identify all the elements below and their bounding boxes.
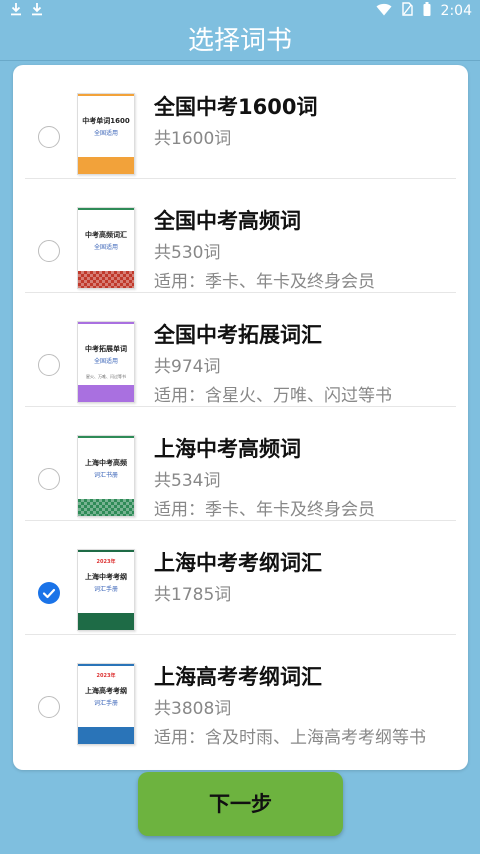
battery-icon — [423, 2, 431, 20]
header-divider — [0, 60, 480, 61]
book-applicability-note: 适用：季卡、年卡及终身会员 — [154, 272, 375, 292]
cover-subtitle: 词汇手册 — [93, 700, 118, 707]
book-row[interactable]: 中考单词1600 全国适用 全国中考1600词共1600词 — [13, 65, 468, 179]
cover-top-line — [78, 550, 134, 552]
book-applicability-note: 适用：季卡、年卡及终身会员 — [154, 500, 375, 520]
cover-band — [78, 727, 134, 744]
cover-year: 2023年 — [96, 673, 116, 679]
book-row[interactable]: 2023年 上海高考考纲 词汇手册 上海高考考纲词汇 共3808词 适用：含及时雨、上海高… — [13, 635, 468, 749]
book-word-count: 共530词 — [154, 243, 221, 263]
status-bar: 2:04 — [0, 0, 480, 22]
cover-top-line — [78, 322, 134, 324]
book-cover: 中考单词1600 全国适用 — [77, 93, 135, 175]
book-name: 上海中考考纲词汇 — [154, 551, 322, 575]
download-icon — [31, 2, 43, 20]
cover-band — [78, 385, 134, 402]
wifi-icon — [376, 3, 392, 20]
radio-unchecked[interactable] — [38, 468, 60, 490]
cover-band — [78, 157, 134, 174]
cover-top-line — [78, 664, 134, 666]
radio-checked[interactable] — [38, 582, 60, 604]
cover-band — [78, 499, 134, 516]
book-word-count: 共3808词 — [154, 699, 232, 719]
book-name: 上海中考高频词 — [154, 437, 301, 461]
cover-top-line — [78, 208, 134, 210]
radio-unchecked[interactable] — [38, 240, 60, 262]
no-sim-icon — [401, 2, 413, 20]
book-applicability-note: 适用：含星火、万唯、闪过等书 — [154, 386, 392, 406]
cover-year: 2023年 — [96, 559, 116, 565]
cover-top-line — [78, 94, 134, 96]
cover-note: 星火、万唯、闪过等书 — [86, 374, 126, 379]
book-name: 全国中考高频词 — [154, 209, 301, 233]
cover-title: 中考拓展单词 — [85, 345, 127, 353]
radio-unchecked[interactable] — [38, 126, 60, 148]
cover-title: 中考单词1600 — [82, 117, 130, 125]
page-title: 选择词书 — [187, 26, 292, 56]
book-cover: 中考拓展单词 全国适用星火、万唯、闪过等书 — [77, 321, 135, 403]
radio-unchecked[interactable] — [38, 354, 60, 376]
cover-subtitle: 全国适用 — [93, 358, 118, 365]
cover-band — [78, 271, 134, 288]
cover-top-line — [78, 436, 134, 438]
book-word-count: 共534词 — [154, 471, 221, 491]
book-applicability-note: 适用：含及时雨、上海高考考纲等书 — [154, 728, 426, 748]
cover-subtitle: 词汇手册 — [93, 586, 118, 593]
book-row[interactable]: 中考拓展单词 全国适用 星火、万唯、闪过等书 全国中考拓展词汇 共974词 适用：含星火、… — [13, 293, 468, 407]
radio-unchecked[interactable] — [38, 696, 60, 718]
book-row[interactable]: 上海中考高频 词汇书册 上海中考高频词 共534词 适用：季卡、年卡及终身会员 — [13, 407, 468, 521]
book-row[interactable]: 2023年 上海中考考纲 词汇手册 上海中考考纲词汇 共1785词 — [13, 521, 468, 635]
cover-subtitle: 全国适用 — [93, 130, 118, 137]
book-cover: 上海中考高频 词汇书册 — [77, 435, 135, 517]
next-step-button[interactable]: 下一步 — [138, 772, 343, 836]
cover-subtitle: 词汇书册 — [93, 472, 118, 479]
book-word-count: 共1785词 — [154, 585, 232, 605]
cover-band — [78, 613, 134, 630]
book-word-count: 共974词 — [154, 357, 221, 377]
status-time: 2:04 — [440, 3, 472, 19]
book-name: 上海高考考纲词汇 — [154, 665, 322, 689]
cover-title: 中考高频词汇 — [85, 231, 127, 239]
book-cover: 2023年上海高考考纲 词汇手册 — [77, 663, 135, 745]
book-row[interactable]: 中考高频词汇 全国适用 全国中考高频词 共530词 适用：季卡、年卡及终身会员 — [13, 179, 468, 293]
cover-title: 上海中考高频 — [85, 459, 127, 467]
book-cover: 中考高频词汇 全国适用 — [77, 207, 135, 289]
book-cover: 2023年上海中考考纲 词汇手册 — [77, 549, 135, 631]
cover-title: 上海高考考纲 — [85, 687, 127, 695]
book-name: 全国中考1600词 — [154, 95, 318, 119]
book-word-count: 共1600词 — [154, 129, 232, 149]
book-name: 全国中考拓展词汇 — [154, 323, 322, 347]
book-list: 中考单词1600 全国适用 全国中考1600词 共1600词 中考高频词汇 全国适用 全国中… — [13, 65, 468, 770]
cover-subtitle: 全国适用 — [93, 244, 118, 251]
download-icon — [10, 2, 22, 20]
check-icon — [42, 588, 56, 599]
cover-title: 上海中考考纲 — [85, 573, 127, 581]
